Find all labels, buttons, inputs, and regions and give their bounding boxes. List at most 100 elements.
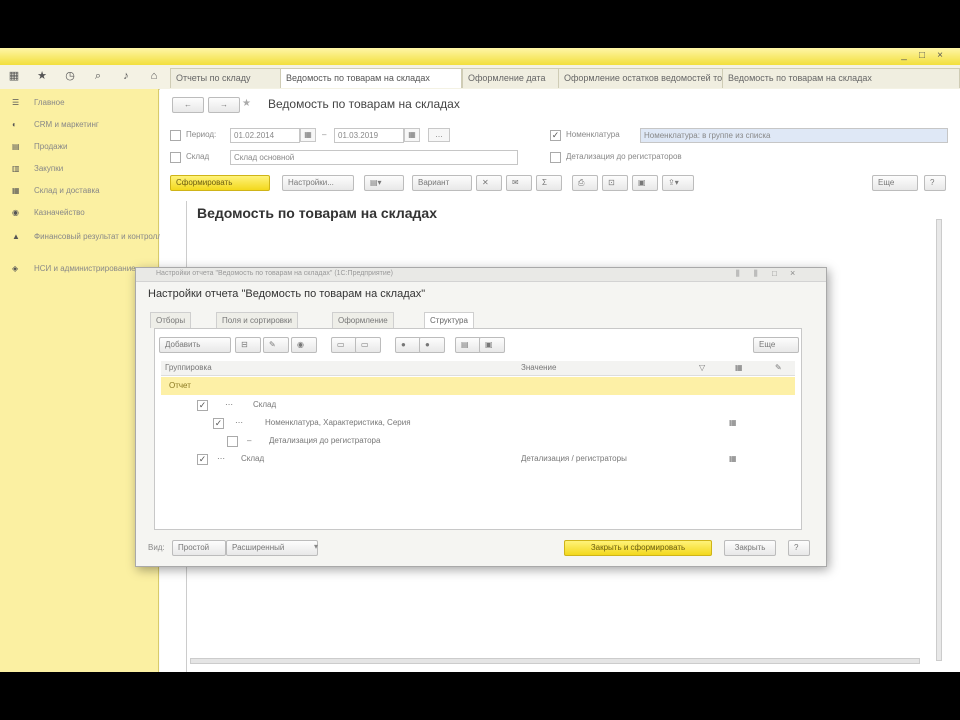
filter-icon: ▽ <box>699 363 706 372</box>
warehouse-field[interactable]: Склад основной <box>230 150 518 165</box>
treasury-icon: ◉ <box>12 208 19 217</box>
vertical-scrollbar[interactable] <box>936 219 942 661</box>
period-checkbox[interactable] <box>170 130 181 141</box>
close-window-button[interactable]: × <box>934 50 946 61</box>
horizontal-scrollbar[interactable] <box>190 658 920 664</box>
chart-icon[interactable]: ▣ <box>479 337 505 353</box>
view-extended-dropdown[interactable]: Расширенный <box>226 540 318 556</box>
row-label: Отчет <box>169 381 191 390</box>
close-and-generate-button[interactable]: Закрыть и сформировать <box>564 540 712 556</box>
maximize-button[interactable]: □ <box>916 50 928 61</box>
panel-more-button[interactable]: Еще <box>753 337 799 353</box>
dialog-minimize-button[interactable]: ⫼ <box>736 269 740 279</box>
calendar-icon[interactable]: ▦ <box>404 128 420 142</box>
search-icon[interactable]: ⌕ <box>92 70 104 82</box>
sidebar-item-label: CRM и маркетинг <box>34 120 99 129</box>
sidebar-item-label: Склад и доставка <box>34 186 100 195</box>
tab-balance-setup[interactable]: Оформление остатков ведомостей товаров <box>558 68 730 88</box>
star-icon[interactable]: ★ <box>36 70 48 82</box>
date-to-field[interactable]: 01.03.2019 <box>334 128 404 143</box>
save-icon[interactable]: ▣ <box>632 175 658 191</box>
back-button[interactable]: ← <box>172 97 204 113</box>
delete-icon[interactable]: ◉ <box>291 337 317 353</box>
dialog-help-button[interactable]: ? <box>788 540 810 556</box>
move-up-icon[interactable]: ● <box>395 337 421 353</box>
group-icon[interactable]: ⊟ <box>235 337 261 353</box>
lock-icon[interactable]: ⊡ <box>602 175 628 191</box>
copy-icon[interactable]: ▭ <box>331 337 357 353</box>
registration-checkbox[interactable] <box>550 152 561 163</box>
tab-label: Оформление остатков ведомостей товаров <box>564 73 730 83</box>
report-settings-dialog: Настройки отчета "Ведомость по товарам н… <box>135 267 827 567</box>
row-checkbox[interactable]: ✓ <box>197 454 208 465</box>
structure-row-report[interactable]: Отчет <box>161 377 795 395</box>
sidebar-item-label: Финансовый результат и контроллинг <box>34 232 174 241</box>
tab-inventory-statement[interactable]: Ведомость по товарам на складах <box>280 68 462 88</box>
more-button[interactable]: Еще <box>872 175 918 191</box>
nsi-icon: ◈ <box>12 264 19 273</box>
menu-icon: ☰ <box>12 98 20 107</box>
chevron-down-icon[interactable]: ▾ <box>314 542 318 551</box>
structure-row-registrar-detail[interactable]: – Детализация до регистратора <box>161 432 795 450</box>
variant-button[interactable]: Вариант <box>412 175 472 191</box>
view-simple-button[interactable]: Простой <box>172 540 226 556</box>
period-select-button[interactable]: … <box>428 128 450 142</box>
help-button[interactable]: ? <box>924 175 946 191</box>
tab-fields-sorting[interactable]: Поля и сортировки <box>216 312 298 328</box>
row-checkbox[interactable] <box>227 436 238 447</box>
bell-icon[interactable]: ♪ <box>120 70 132 82</box>
row-value: Детализация / регистраторы <box>521 454 627 463</box>
top-toolbar: ▦ ★ ◷ ⌕ ♪ ⌂ Отчеты по складу Ведомость п… <box>0 65 960 90</box>
mail-icon[interactable]: ✉ <box>506 175 532 191</box>
forward-button[interactable]: → <box>208 97 240 113</box>
minimize-button[interactable]: _ <box>898 50 910 61</box>
sidebar-item-label: Главное <box>34 98 65 107</box>
tab-appearance[interactable]: Оформление <box>332 312 394 328</box>
dialog-heading: Настройки отчета "Ведомость по товарам н… <box>148 288 426 300</box>
dialog-close-button[interactable]: × <box>790 268 795 278</box>
nomenclature-field[interactable]: Номенклатура: в группе из списка <box>640 128 948 143</box>
export-icon[interactable]: ⇪▾ <box>662 175 694 191</box>
row-checkbox[interactable]: ✓ <box>197 400 208 411</box>
move-down-icon[interactable]: ● <box>419 337 445 353</box>
tab-label: Оформление <box>338 316 388 325</box>
table-icon[interactable]: ▤ <box>455 337 481 353</box>
nomenclature-checkbox[interactable]: ✓ <box>550 130 561 141</box>
favorite-star-icon[interactable]: ★ <box>242 98 251 109</box>
paste-icon[interactable]: ▭ <box>355 337 381 353</box>
sidebar-item-label: НСИ и администрирование <box>34 264 136 273</box>
add-button[interactable]: Добавить <box>159 337 231 353</box>
history-icon[interactable]: ◷ <box>64 70 76 82</box>
tab-inventory-statement-2[interactable]: Ведомость по товарам на складах <box>722 68 960 88</box>
sum-icon[interactable]: Σ <box>536 175 562 191</box>
calendar-icon[interactable]: ▦ <box>300 128 316 142</box>
nomenclature-label: Номенклатура <box>566 130 620 139</box>
print-icon[interactable]: ⎙ <box>572 175 598 191</box>
sales-icon: ▤ <box>12 142 20 151</box>
report-title: Ведомость по товарам на складах <box>197 205 437 221</box>
dialog-pin-button[interactable]: ⫼ <box>754 269 758 279</box>
generate-button[interactable]: Сформировать <box>170 175 270 191</box>
pencil-icon: ✎ <box>775 363 782 372</box>
row-checkbox[interactable]: ✓ <box>213 418 224 429</box>
edit-icon[interactable]: ✎ <box>263 337 289 353</box>
warehouse-checkbox[interactable] <box>170 152 181 163</box>
date-separator: – <box>322 130 327 139</box>
close-button[interactable]: Закрыть <box>724 540 776 556</box>
variants-button[interactable]: ▤▾ <box>364 175 404 191</box>
apps-grid-icon[interactable]: ▦ <box>8 70 20 82</box>
tab-date-setup[interactable]: Оформление дата <box>462 68 562 88</box>
tab-stock-reports[interactable]: Отчеты по складу <box>170 68 282 88</box>
structure-row-warehouse-2[interactable]: ✓ ⋯ Склад Детализация / регистраторы ▦ <box>161 450 795 468</box>
dialog-maximize-button[interactable]: □ <box>772 269 777 278</box>
structure-row-nomenclature[interactable]: ✓ ⋯ Номенклатура, Характеристика, Серия … <box>161 414 795 432</box>
cut-icon[interactable]: ✕ <box>476 175 502 191</box>
dialog-titlebar: Настройки отчета "Ведомость по товарам н… <box>136 268 826 282</box>
date-from-field[interactable]: 01.02.2014 <box>230 128 300 143</box>
tab-filters[interactable]: Отборы <box>150 312 192 328</box>
tab-structure[interactable]: Структура <box>424 312 474 328</box>
home-icon[interactable]: ⌂ <box>148 70 160 82</box>
structure-row-warehouse[interactable]: ✓ ⋯ Склад <box>161 396 795 414</box>
settings-button[interactable]: Настройки... <box>282 175 354 191</box>
tab-label: Ведомость по товарам на складах <box>728 73 872 83</box>
